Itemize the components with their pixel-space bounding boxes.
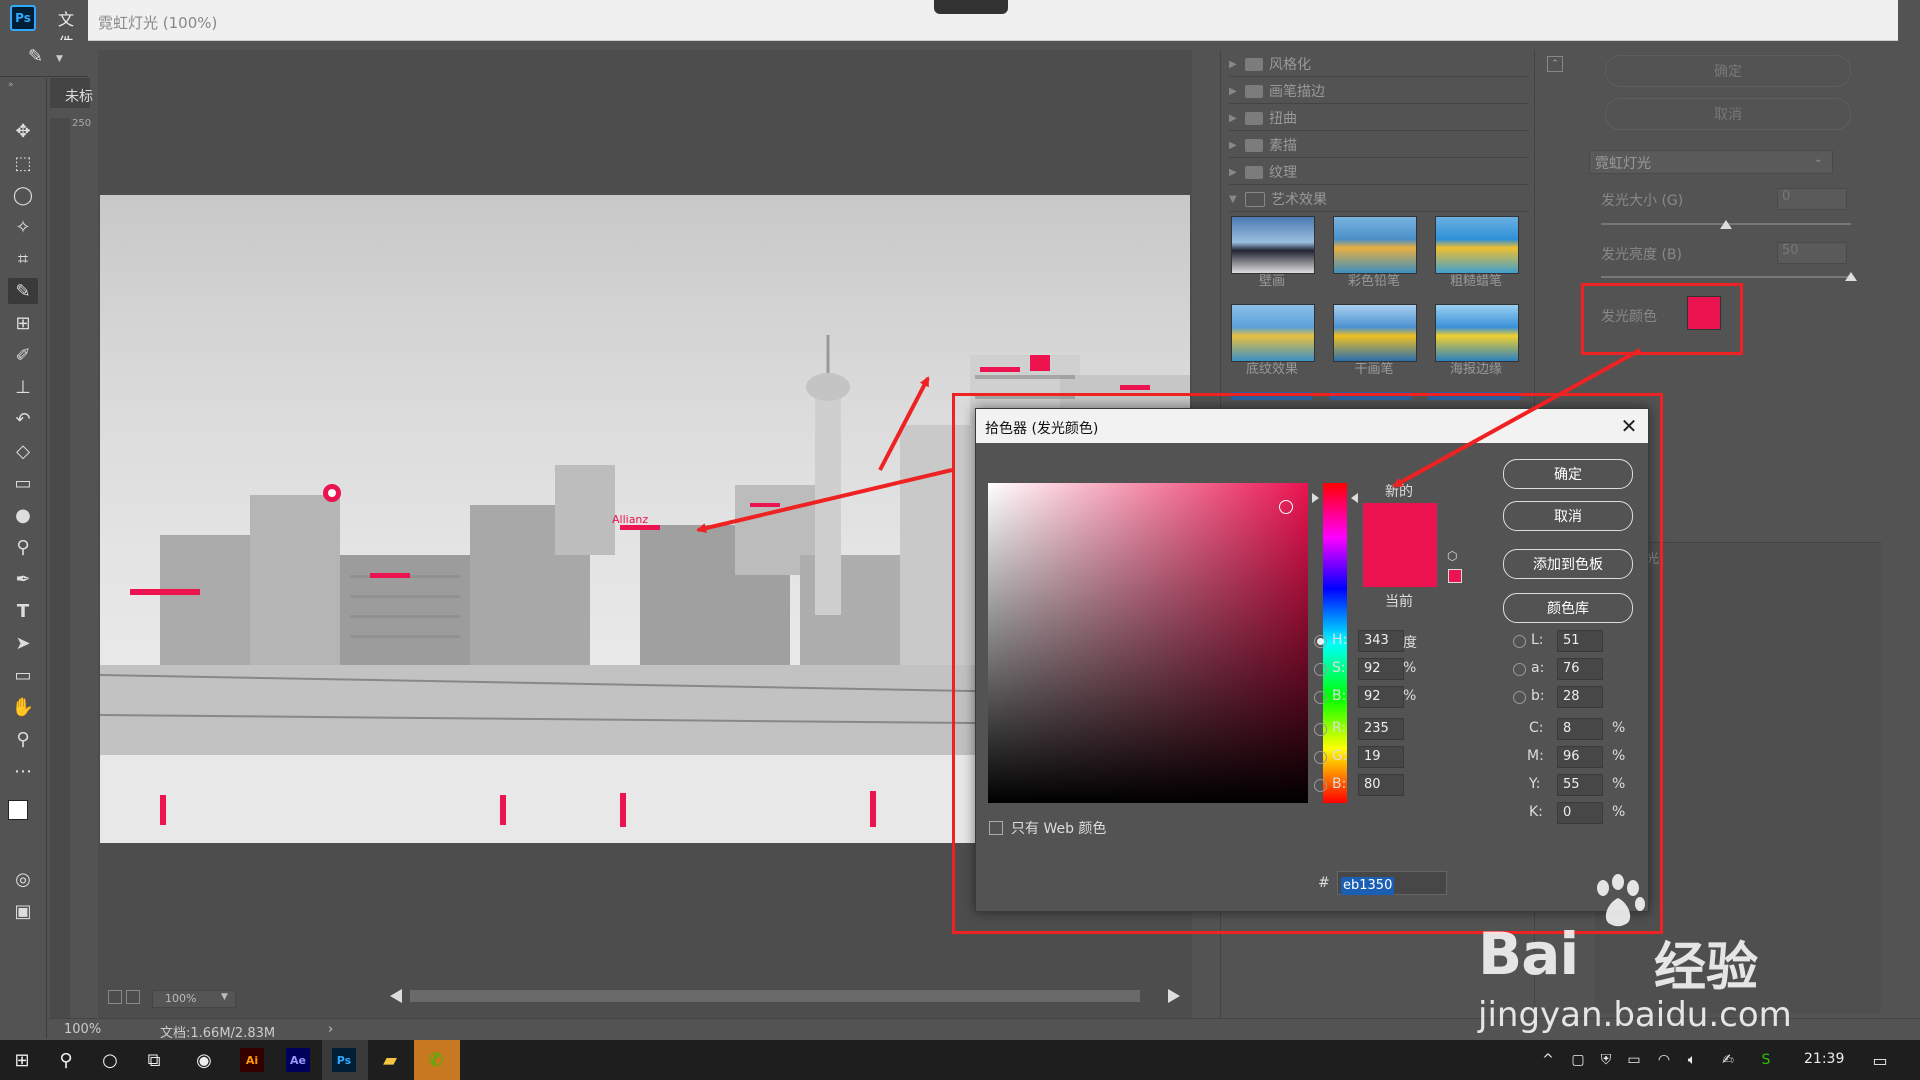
watermark-brand: Bai xyxy=(1478,920,1579,988)
windows-taskbar: ⊞ ⚲ ○ ⧉ ◉ Ai Ae Ps ▰ ✆ ^ ▢ ⛨ ▭ ◠ 🔈︎ ✍︎ S… xyxy=(0,1040,1920,1080)
tray-expand-icon[interactable]: ^ xyxy=(1536,1048,1560,1072)
photoshop-taskbar-icon[interactable]: Ps xyxy=(332,1048,356,1072)
chrome-icon[interactable]: ◉ xyxy=(192,1048,216,1072)
taskbar-clock[interactable]: 21:39 xyxy=(1804,1051,1844,1067)
illustrator-icon[interactable]: Ai xyxy=(240,1048,264,1072)
input-method-icon[interactable]: S xyxy=(1754,1048,1778,1072)
search-icon[interactable]: ⚲ xyxy=(54,1048,78,1072)
security-shield-icon[interactable]: ⛨ xyxy=(1594,1048,1618,1072)
wechat-icon[interactable]: ✆ xyxy=(424,1048,448,1072)
windows-start-icon[interactable]: ⊞ xyxy=(10,1048,34,1072)
watermark-brand-cn: 经验 xyxy=(1654,938,1759,998)
volume-icon[interactable]: 🔈︎ xyxy=(1680,1048,1704,1072)
pen-tray-icon[interactable]: ✍︎ xyxy=(1716,1048,1740,1072)
cortana-icon[interactable]: ○ xyxy=(98,1048,122,1072)
notifications-icon[interactable]: ▭ xyxy=(1868,1048,1892,1072)
network-icon[interactable]: ◠ xyxy=(1652,1048,1676,1072)
annotation-arrow-to-sign xyxy=(696,468,953,534)
tray-app-icon[interactable]: ▢ xyxy=(1566,1048,1590,1072)
task-view-icon[interactable]: ⧉ xyxy=(142,1048,166,1072)
baidu-paw-logo-icon xyxy=(1597,874,1645,927)
battery-icon[interactable]: ▭ xyxy=(1622,1048,1646,1072)
annotation-arrow-to-new-color xyxy=(1392,348,1641,488)
file-explorer-icon[interactable]: ▰ xyxy=(378,1048,402,1072)
watermark-url: jingyan.baidu.com xyxy=(1478,995,1792,1035)
after-effects-icon[interactable]: Ae xyxy=(286,1048,310,1072)
annotation-arrow-to-building xyxy=(878,376,930,471)
